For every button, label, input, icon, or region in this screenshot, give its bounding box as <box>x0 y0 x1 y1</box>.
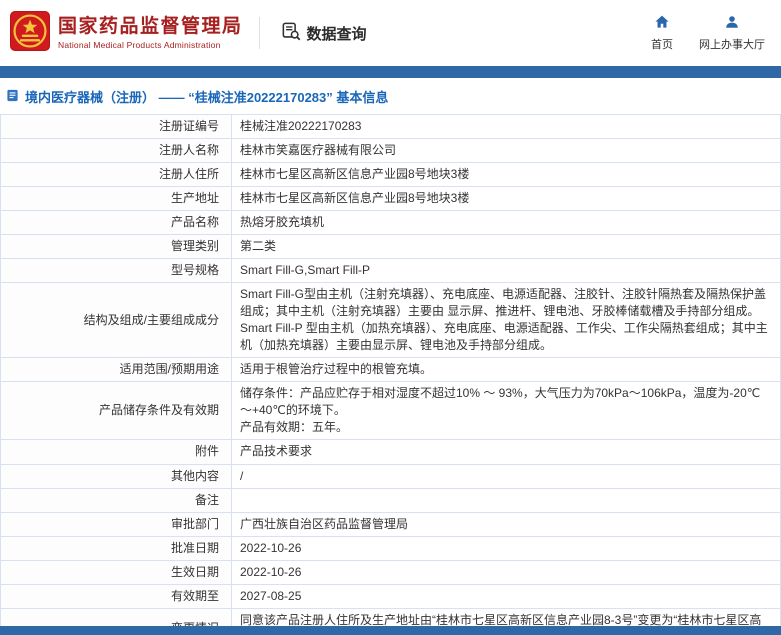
home-icon <box>654 14 670 33</box>
row-value: 桂林市七星区高新区信息产业园8号地块3楼 <box>231 186 781 212</box>
brand-text: 国家药品监督管理局 National Medical Products Admi… <box>58 16 243 51</box>
row-label: 附件 <box>0 439 232 465</box>
table-row: 注册人名称 桂林市笑嘉医疗器械有限公司 <box>0 138 781 164</box>
row-value: 储存条件：产品应贮存于相对湿度不超过10% ～ 93%，大气压力为70kPa～1… <box>231 381 781 441</box>
table-row: 产品名称 热熔牙胶充填机 <box>0 210 781 236</box>
row-value: 适用于根管治疗过程中的根管充填。 <box>231 357 781 383</box>
row-label: 结构及组成/主要组成成分 <box>0 282 232 359</box>
nav-data-query[interactable]: 数据查询 <box>282 22 367 45</box>
header-divider <box>258 17 260 49</box>
footer-band <box>0 626 781 635</box>
row-label: 产品名称 <box>0 210 232 236</box>
page-title-text: 境内医疗器械（注册） —— “桂械注准20222170283” 基本信息 <box>25 90 389 105</box>
row-value: 产品技术要求 <box>231 439 781 465</box>
row-value: 桂林市七星区高新区信息产业园8号地块3楼 <box>231 162 781 188</box>
row-label: 产品储存条件及有效期 <box>0 381 232 441</box>
table-row: 产品储存条件及有效期 储存条件：产品应贮存于相对湿度不超过10% ～ 93%，大… <box>0 381 781 441</box>
table-row: 注册证编号 桂械注准20222170283 <box>0 113 781 140</box>
row-value: 桂械注准20222170283 <box>231 113 781 140</box>
row-value: Smart Fill-G,Smart Fill-P <box>231 258 781 284</box>
table-row: 其他内容 / <box>0 463 781 489</box>
site-header: 国家药品监督管理局 National Medical Products Admi… <box>0 0 781 66</box>
row-value: 热熔牙胶充填机 <box>231 210 781 236</box>
row-label: 注册人名称 <box>0 138 232 164</box>
row-label: 备注 <box>0 487 232 513</box>
row-value: Smart Fill-G型由主机（注射充填器）、充电底座、电源适配器、注胶针、注… <box>231 282 781 359</box>
row-value: 第二类 <box>231 234 781 260</box>
row-label: 生效日期 <box>0 559 232 585</box>
table-row: 审批部门 广西壮族自治区药品监督管理局 <box>0 511 781 537</box>
page: 国家药品监督管理局 National Medical Products Admi… <box>0 0 781 635</box>
brand-logo[interactable]: 国家药品监督管理局 National Medical Products Admi… <box>10 10 243 56</box>
row-label: 审批部门 <box>0 511 232 537</box>
row-value: / <box>231 463 781 489</box>
table-row: 生效日期 2022-10-26 <box>0 559 781 585</box>
table-row: 型号规格 Smart Fill-G,Smart Fill-P <box>0 258 781 284</box>
header-band <box>0 66 781 78</box>
page-title: 境内医疗器械（注册） —— “桂械注准20222170283” 基本信息 <box>0 78 781 114</box>
agency-name-cn: 国家药品监督管理局 <box>58 15 243 37</box>
info-table: 注册证编号 桂械注准20222170283 注册人名称 桂林市笑嘉医疗器械有限公… <box>0 113 781 635</box>
nav-home[interactable]: 首页 <box>651 14 673 52</box>
row-label: 批准日期 <box>0 535 232 561</box>
row-value: 2022-10-26 <box>231 559 781 585</box>
row-value: 桂林市笑嘉医疗器械有限公司 <box>231 138 781 164</box>
row-label: 注册人住所 <box>0 162 232 188</box>
data-query-icon <box>282 22 301 45</box>
table-row: 适用范围/预期用途 适用于根管治疗过程中的根管充填。 <box>0 357 781 383</box>
table-row: 生产地址 桂林市七星区高新区信息产业园8号地块3楼 <box>0 186 781 212</box>
agency-name-en: National Medical Products Administration <box>58 40 221 51</box>
row-label: 型号规格 <box>0 258 232 284</box>
national-emblem-icon <box>10 10 50 56</box>
row-value: 广西壮族自治区药品监督管理局 <box>231 511 781 537</box>
row-label: 其他内容 <box>0 463 232 489</box>
table-row: 有效期至 2027-08-25 <box>0 583 781 609</box>
table-row: 管理类别 第二类 <box>0 234 781 260</box>
row-value: 2027-08-25 <box>231 583 781 609</box>
row-label: 注册证编号 <box>0 113 232 140</box>
row-label: 有效期至 <box>0 583 232 609</box>
table-row: 附件 产品技术要求 <box>0 439 781 465</box>
nav-service-hall[interactable]: 网上办事大厅 <box>699 14 765 52</box>
table-row: 备注 <box>0 487 781 513</box>
nav-service-hall-label: 网上办事大厅 <box>699 39 765 51</box>
table-row: 结构及组成/主要组成成分 Smart Fill-G型由主机（注射充填器）、充电底… <box>0 282 781 359</box>
row-value: 2022-10-26 <box>231 535 781 561</box>
row-label: 生产地址 <box>0 186 232 212</box>
user-icon <box>724 14 740 33</box>
nav-home-label: 首页 <box>651 39 673 51</box>
row-label: 管理类别 <box>0 234 232 260</box>
document-icon <box>6 89 19 105</box>
table-row: 注册人住所 桂林市七星区高新区信息产业园8号地块3楼 <box>0 162 781 188</box>
header-right-nav: 首页 网上办事大厅 <box>651 14 765 52</box>
table-row: 批准日期 2022-10-26 <box>0 535 781 561</box>
row-value <box>231 487 781 513</box>
row-label: 适用范围/预期用途 <box>0 357 232 383</box>
data-query-label: 数据查询 <box>306 25 367 43</box>
